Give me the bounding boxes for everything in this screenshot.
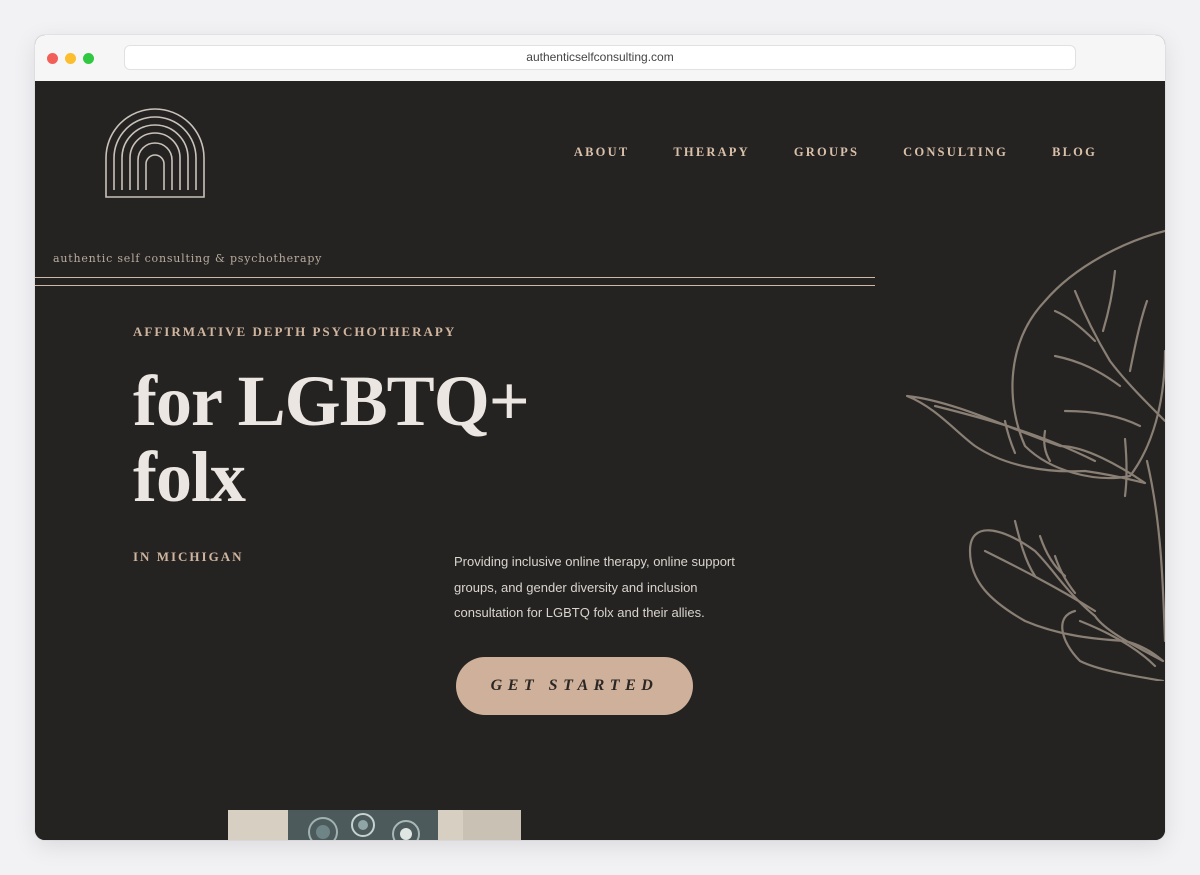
get-started-button[interactable]: GET STARTED bbox=[456, 657, 693, 715]
browser-toolbar: authenticselfconsulting.com bbox=[35, 35, 1165, 82]
nav-blog[interactable]: BLOG bbox=[1052, 145, 1097, 160]
address-bar[interactable]: authenticselfconsulting.com bbox=[124, 45, 1076, 70]
hero-description: Providing inclusive online therapy, onli… bbox=[454, 554, 735, 620]
rainbow-arch-logo-icon[interactable] bbox=[105, 108, 205, 198]
fiddle-leaf-illustration-icon bbox=[905, 229, 1165, 681]
hero-eyebrow: AFFIRMATIVE DEPTH PSYCHOTHERAPY bbox=[133, 324, 457, 339]
maximize-window-icon[interactable] bbox=[83, 53, 94, 64]
nav-therapy[interactable]: THERAPY bbox=[673, 145, 750, 160]
embroidered-fabric-photo bbox=[228, 810, 521, 840]
divider-line-bottom bbox=[35, 285, 875, 286]
nav-consulting[interactable]: CONSULTING bbox=[903, 145, 1008, 160]
hero-location: IN MICHIGAN bbox=[133, 549, 244, 564]
headline-line-1: for LGBTQ+ bbox=[133, 361, 530, 441]
hero-headline: for LGBTQ+ folx bbox=[133, 361, 530, 517]
minimize-window-icon[interactable] bbox=[65, 53, 76, 64]
hero-section: ABOUT THERAPY GROUPS CONSULTING BLOG aut… bbox=[35, 81, 1165, 840]
close-window-icon[interactable] bbox=[47, 53, 58, 64]
headline-line-2: folx bbox=[133, 437, 246, 517]
main-nav: ABOUT THERAPY GROUPS CONSULTING BLOG bbox=[530, 145, 1097, 160]
browser-window: authenticselfconsulting.com ABOUT THERAP… bbox=[35, 35, 1165, 840]
nav-groups[interactable]: GROUPS bbox=[794, 145, 859, 160]
divider-line-top bbox=[35, 277, 875, 278]
nav-about[interactable]: ABOUT bbox=[574, 145, 629, 160]
brand-tagline: authentic self consulting & psychotherap… bbox=[53, 252, 323, 265]
